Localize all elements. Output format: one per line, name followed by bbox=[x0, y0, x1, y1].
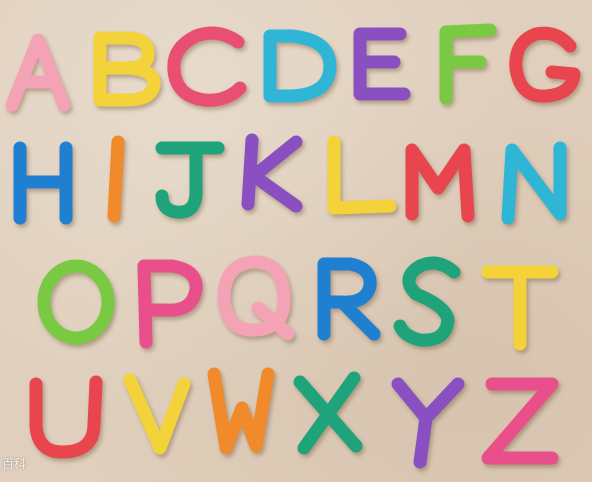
letter-g bbox=[509, 26, 581, 103]
letter-d bbox=[263, 29, 337, 103]
letter-a bbox=[5, 33, 71, 112]
letter-h bbox=[13, 141, 73, 225]
letter-e bbox=[353, 27, 411, 101]
letter-m bbox=[405, 143, 475, 223]
letter-k bbox=[241, 133, 303, 213]
letter-u bbox=[29, 375, 103, 459]
letter-f bbox=[439, 23, 497, 105]
letter-n bbox=[501, 141, 567, 225]
letter-b bbox=[93, 31, 161, 107]
letter-o bbox=[37, 259, 115, 345]
letter-q bbox=[217, 255, 295, 341]
alphabet-letters bbox=[5, 23, 581, 469]
watermark-text: 百科 bbox=[2, 457, 27, 471]
letter-t bbox=[481, 265, 559, 351]
letter-y bbox=[391, 377, 465, 469]
letter-c bbox=[167, 26, 247, 107]
letter-z bbox=[481, 377, 559, 465]
letter-w bbox=[207, 367, 275, 455]
letter-x bbox=[293, 371, 363, 455]
letter-s bbox=[393, 256, 461, 347]
letter-r bbox=[317, 257, 381, 341]
letter-i bbox=[107, 135, 125, 223]
letter-l bbox=[327, 135, 397, 215]
clay-letters-photo: 百科 bbox=[0, 0, 592, 482]
letter-p bbox=[137, 259, 203, 349]
letter-v bbox=[123, 373, 191, 455]
letter-j bbox=[155, 141, 225, 219]
